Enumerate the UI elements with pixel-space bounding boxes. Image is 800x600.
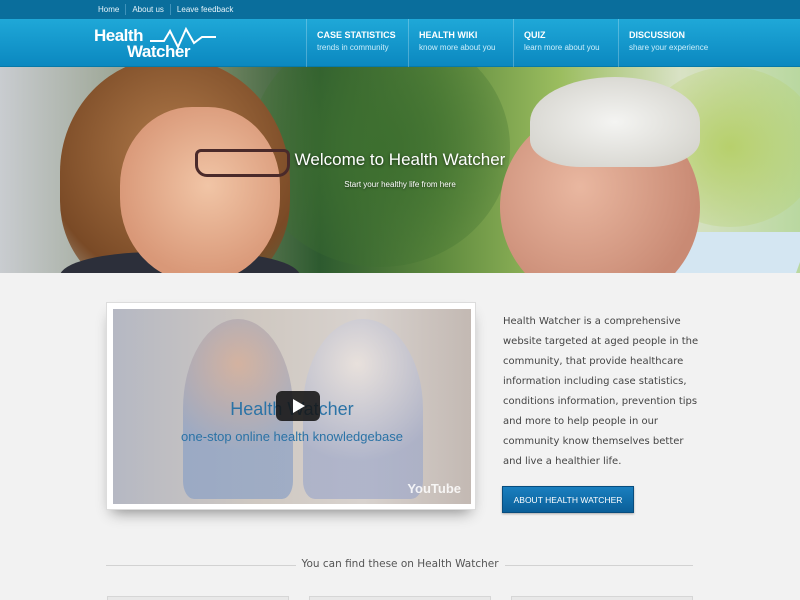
- nav-title: DISCUSSION: [629, 30, 686, 40]
- nav-subtitle: know more about you: [419, 43, 496, 52]
- top-link-leave-feedback[interactable]: Leave feedback: [171, 4, 240, 15]
- nav-title: HEALTH WIKI: [419, 30, 478, 40]
- hero-subtitle: Start your healthy life from here: [344, 180, 456, 189]
- hero-title: Welcome to Health Watcher: [294, 150, 506, 169]
- nav-discussion[interactable]: DISCUSSION share your experience: [618, 19, 738, 67]
- nav-subtitle: trends in community: [317, 43, 389, 52]
- nav-title: QUIZ: [524, 30, 546, 40]
- top-links: Home About us Leave feedback: [92, 0, 239, 19]
- video-player[interactable]: Health Watcher one-stop online health kn…: [113, 309, 471, 504]
- main-header: Health Watcher CASE STATISTICS trends in…: [0, 19, 800, 67]
- about-health-watcher-button[interactable]: ABOUT HEALTH WATCHER: [502, 486, 634, 513]
- feature-card[interactable]: [107, 596, 289, 600]
- play-icon[interactable]: [276, 391, 320, 421]
- about-description: Health Watcher is a comprehensive websit…: [503, 316, 699, 467]
- nav-quiz[interactable]: QUIZ learn more about you: [513, 19, 618, 67]
- nav-subtitle: learn more about you: [524, 43, 600, 52]
- youtube-logo: YouTube: [407, 481, 461, 496]
- nav-health-wiki[interactable]: HEALTH WIKI know more about you: [408, 19, 513, 67]
- top-link-about-us[interactable]: About us: [126, 4, 171, 15]
- features-heading: You can find these on Health Watcher: [301, 558, 499, 570]
- main-nav: CASE STATISTICS trends in community HEAL…: [306, 19, 738, 67]
- feature-card[interactable]: [511, 596, 693, 600]
- top-utility-bar: Home About us Leave feedback: [0, 0, 800, 19]
- nav-subtitle: share your experience: [629, 43, 709, 52]
- top-link-home[interactable]: Home: [92, 4, 127, 15]
- video-frame: Health Watcher one-stop online health kn…: [106, 302, 476, 510]
- heartbeat-icon: [150, 27, 216, 49]
- video-tagline: one-stop online health knowledgebase: [181, 429, 403, 444]
- nav-title: CASE STATISTICS: [317, 30, 396, 40]
- nav-case-statistics[interactable]: CASE STATISTICS trends in community: [306, 19, 408, 67]
- hero-photo-woman-face: [120, 107, 280, 273]
- site-logo[interactable]: Health Watcher: [94, 24, 219, 62]
- feature-card[interactable]: [309, 596, 491, 600]
- hero-banner: Welcome to Health Watcher Start your hea…: [0, 67, 800, 273]
